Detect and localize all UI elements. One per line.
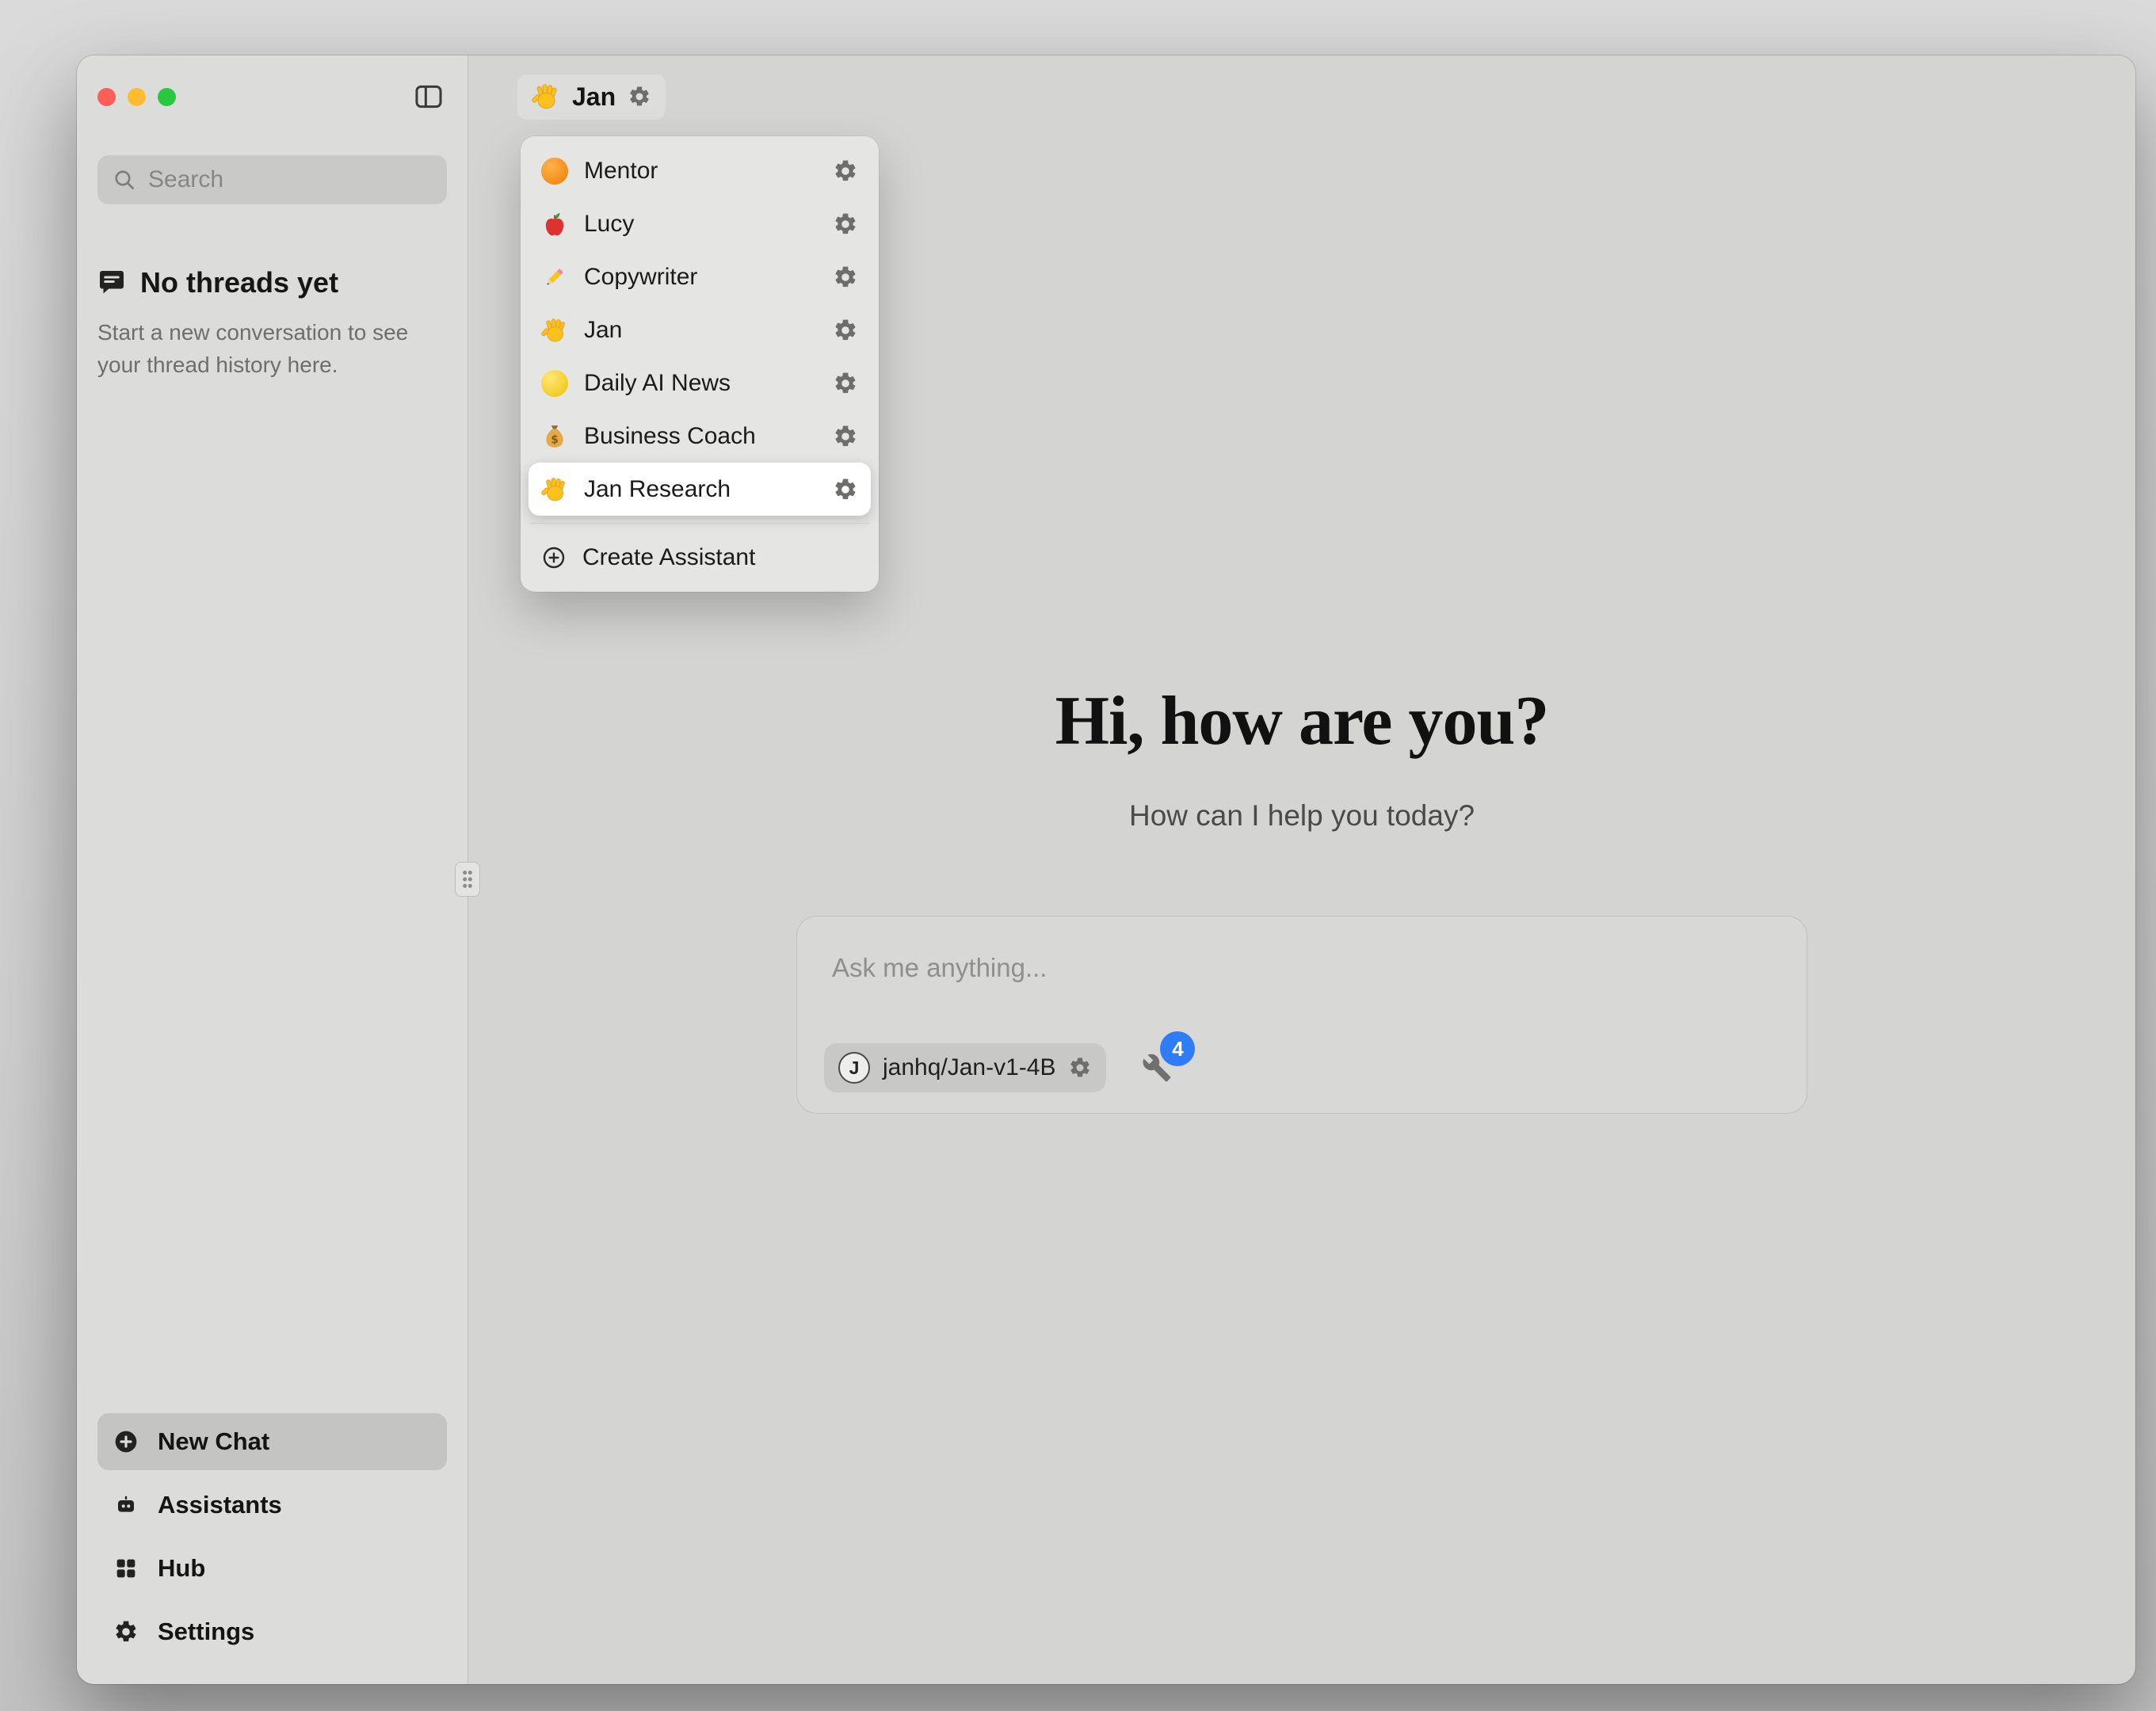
assistant-menu-item-copywriter[interactable]: Copywriter xyxy=(529,250,871,303)
menu-item-label: Jan xyxy=(584,317,622,344)
pencil-icon xyxy=(541,264,568,291)
menu-item-label: Copywriter xyxy=(584,264,697,291)
assistant-settings-icon[interactable] xyxy=(833,424,858,449)
sidebar-item-hub[interactable]: Hub xyxy=(97,1540,447,1597)
titlebar xyxy=(97,55,447,138)
assistants-icon xyxy=(113,1492,139,1518)
model-selector[interactable]: J janhq/Jan-v1-4B xyxy=(824,1043,1106,1092)
sidebar-item-settings[interactable]: Settings xyxy=(97,1603,447,1660)
grip-dots-icon xyxy=(460,867,475,891)
current-assistant-name: Jan xyxy=(572,82,616,112)
tools-count-badge: 4 xyxy=(1160,1031,1195,1066)
assistant-settings-icon[interactable] xyxy=(833,265,858,290)
assistant-menu: Mentor Lucy Copywriter Jan Daily AI News xyxy=(521,136,879,592)
model-avatar: J xyxy=(838,1052,870,1084)
minimize-window-button[interactable] xyxy=(128,88,146,106)
create-assistant-label: Create Assistant xyxy=(582,544,755,571)
sidebar-resize-handle[interactable] xyxy=(455,862,480,897)
assistant-settings-icon[interactable] xyxy=(833,158,858,184)
empty-state-description: Start a new conversation to see your thr… xyxy=(97,317,446,381)
apple-icon xyxy=(541,211,568,238)
new-chat-icon xyxy=(113,1429,139,1454)
assistant-settings-icon[interactable] xyxy=(833,318,858,343)
empty-state: No threads yet Start a new conversation … xyxy=(97,266,447,381)
sidebar-panel-icon xyxy=(414,82,444,112)
menu-item-label: Daily AI News xyxy=(584,370,731,397)
nav-item-label: Assistants xyxy=(158,1491,282,1519)
toggle-sidebar-button[interactable] xyxy=(410,80,447,113)
menu-item-label: Business Coach xyxy=(584,423,756,450)
greeting-block: Hi, how are you? How can I help you toda… xyxy=(468,681,2135,833)
composer-toolbar: J janhq/Jan-v1-4B 4 xyxy=(824,1043,1174,1092)
zoom-window-button[interactable] xyxy=(158,88,176,106)
hub-icon xyxy=(113,1556,139,1581)
waving-hand-icon xyxy=(532,82,560,111)
sidebar-item-assistants[interactable]: Assistants xyxy=(97,1477,447,1534)
create-assistant-button[interactable]: Create Assistant xyxy=(529,531,871,584)
assistant-menu-item-daily-ai-news[interactable]: Daily AI News xyxy=(529,356,871,410)
search-input[interactable] xyxy=(148,166,433,193)
settings-icon xyxy=(113,1619,139,1644)
sidebar-nav: New Chat Assistants Hub Settings xyxy=(97,1413,447,1660)
orange-circle-icon xyxy=(541,158,568,185)
assistant-menu-item-jan-research[interactable]: Jan Research xyxy=(529,463,871,516)
greeting-subtitle: How can I help you today? xyxy=(468,799,2135,833)
search-box[interactable] xyxy=(97,155,447,204)
nav-item-label: New Chat xyxy=(158,1427,269,1456)
nav-item-label: Settings xyxy=(158,1618,254,1646)
menu-item-label: Lucy xyxy=(584,211,634,238)
menu-item-label: Mentor xyxy=(584,158,658,185)
waving-hand-icon xyxy=(541,476,568,503)
assistant-menu-item-lucy[interactable]: Lucy xyxy=(529,197,871,250)
money-bag-icon xyxy=(541,423,568,450)
message-input[interactable]: Ask me anything... xyxy=(832,953,1772,983)
sidebar: No threads yet Start a new conversation … xyxy=(77,55,468,1684)
assistant-menu-item-mentor[interactable]: Mentor xyxy=(529,144,871,197)
sidebar-item-new-chat[interactable]: New Chat xyxy=(97,1413,447,1470)
app-window: No threads yet Start a new conversation … xyxy=(77,55,2135,1684)
menu-divider xyxy=(530,523,869,524)
yellow-circle-icon xyxy=(541,370,568,397)
empty-state-title: No threads yet xyxy=(140,266,338,299)
assistant-settings-icon[interactable] xyxy=(833,211,858,237)
tools-button[interactable]: 4 xyxy=(1139,1050,1174,1085)
model-settings-icon[interactable] xyxy=(1068,1056,1092,1080)
plus-circle-icon xyxy=(541,545,567,570)
assistant-settings-icon[interactable] xyxy=(628,85,651,109)
model-name: janhq/Jan-v1-4B xyxy=(883,1054,1055,1081)
assistant-settings-icon[interactable] xyxy=(833,477,858,502)
assistant-menu-item-jan[interactable]: Jan xyxy=(529,303,871,356)
menu-item-label: Jan Research xyxy=(584,476,731,503)
close-window-button[interactable] xyxy=(97,88,116,106)
assistant-menu-item-business-coach[interactable]: Business Coach xyxy=(529,410,871,463)
window-controls xyxy=(97,88,176,106)
greeting-title: Hi, how are you? xyxy=(468,681,2135,761)
assistant-selector[interactable]: Jan xyxy=(517,74,666,120)
search-icon xyxy=(112,167,137,192)
thread-bubble-icon xyxy=(97,269,126,297)
chat-input-card[interactable]: Ask me anything... J janhq/Jan-v1-4B 4 xyxy=(796,916,1807,1114)
main-header: Jan xyxy=(468,55,2135,138)
nav-item-label: Hub xyxy=(158,1554,205,1583)
waving-hand-icon xyxy=(541,317,568,344)
assistant-settings-icon[interactable] xyxy=(833,371,858,396)
main-area: Jan Mentor Lucy Copywriter xyxy=(468,55,2135,1684)
